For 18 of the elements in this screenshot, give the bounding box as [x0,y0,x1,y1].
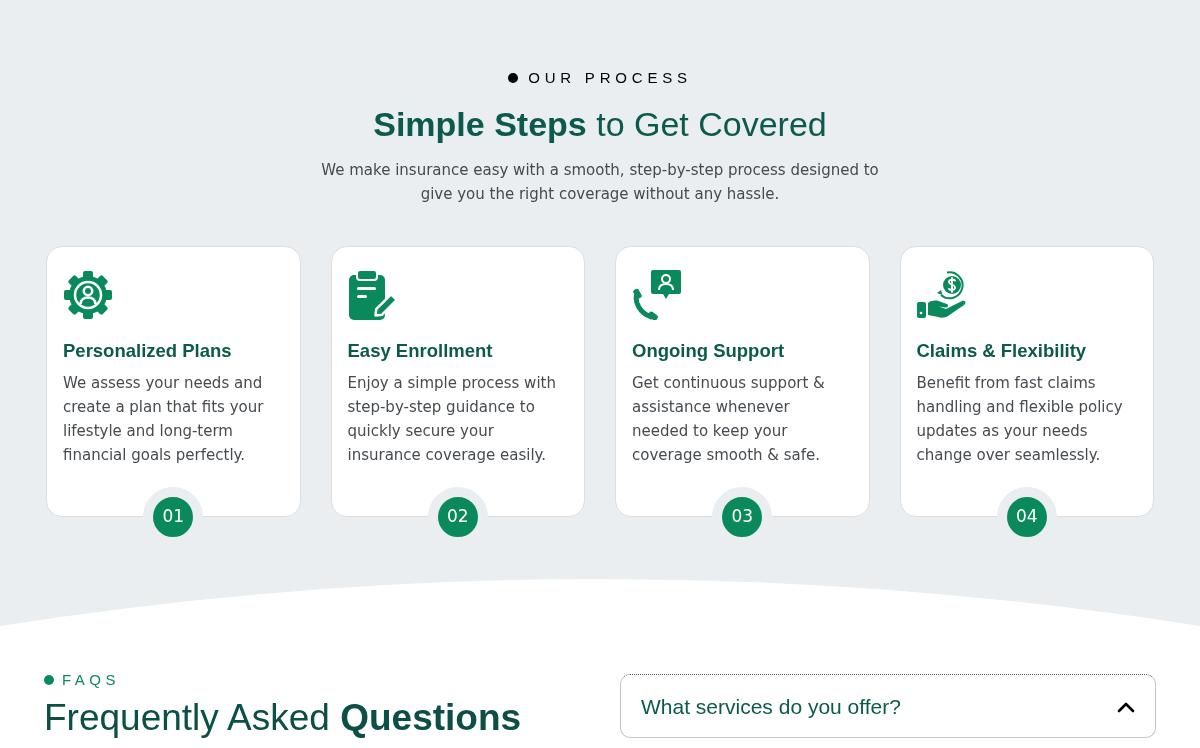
faq-question[interactable]: What services do you offer? [620,674,1156,738]
step-description: We assess your needs and create a plan that fits your lifestyle and long-term financial goals perfectly. [63,373,265,466]
section-eyebrow: FAQS [62,670,120,690]
section-heading: Simple Steps to Get Covered [373,104,827,144]
phone-chat-icon [632,270,682,320]
step-description: Benefit from fast claims handling and flexible policy updates as your needs change over seamlessly. [916,373,1124,466]
section-heading: Frequently Asked Questions [44,698,522,738]
section-eyebrow: OUR PROCESS [528,68,692,88]
section-intro: We make insurance easy with a smooth, step-by-step process designed to give you the right coverage without any hassle. [320,160,880,205]
hand-coin-icon [916,270,967,320]
step-description: Get continuous support & assistance whenever needed to keep your coverage smooth & safe. [632,373,826,466]
clipboard-pencil-icon [347,270,398,320]
step-title: Personalized Plans [63,339,233,363]
step-title: Ongoing Support [632,339,786,363]
step-description: Enjoy a simple process with step-by-step guidance to quickly secure your insurance coverage easily. [347,373,557,466]
gear-person-icon [63,270,113,320]
step-title: Claims & Flexibility [916,339,1088,363]
step-title: Easy Enrollment [347,339,494,363]
